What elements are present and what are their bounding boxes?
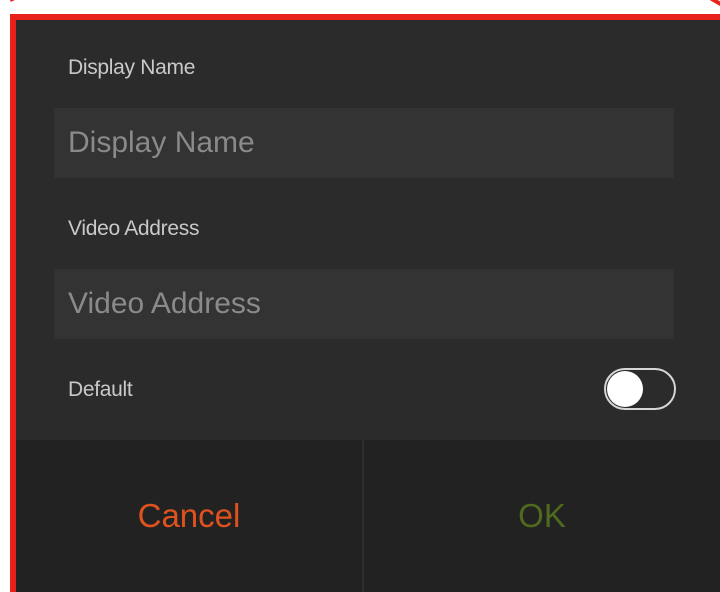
ok-button[interactable]: OK xyxy=(364,440,720,592)
display-name-input[interactable] xyxy=(54,108,674,178)
video-address-label: Video Address xyxy=(68,217,200,240)
dialog-button-bar: Cancel OK xyxy=(16,440,720,592)
default-toggle-switch[interactable] xyxy=(604,368,676,410)
cancel-button[interactable]: Cancel xyxy=(16,440,362,592)
video-address-dialog: Display Name Video Address Default Cance… xyxy=(16,20,720,592)
video-address-input[interactable] xyxy=(54,269,674,339)
display-name-label: Display Name xyxy=(68,56,196,79)
toggle-knob xyxy=(607,371,643,407)
highlight-outline-corner xyxy=(9,0,44,2)
highlight-outline-corner xyxy=(693,0,720,8)
default-label: Default xyxy=(68,378,133,401)
screenshot-frame: Display Name Video Address Default Cance… xyxy=(0,0,720,592)
